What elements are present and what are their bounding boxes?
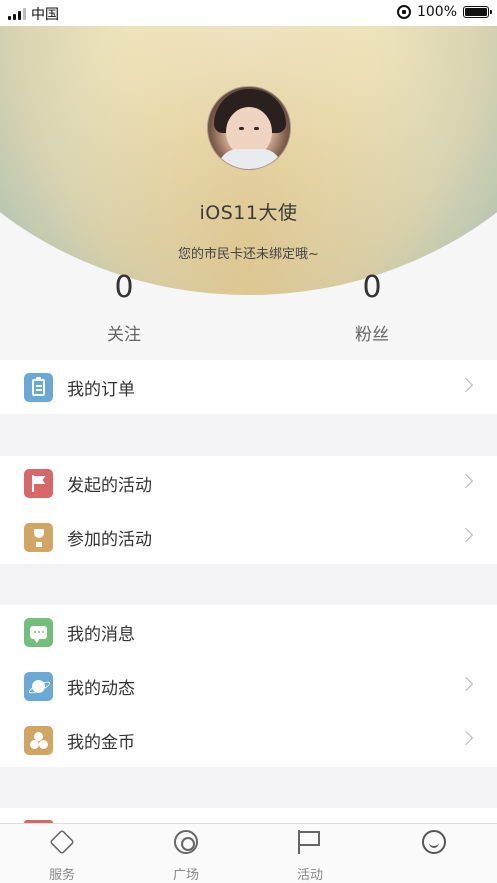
citizen-card-hint[interactable]: 您的市民卡还未绑定哦~: [0, 243, 497, 262]
tab-bar: 服务 广场 活动: [0, 823, 497, 883]
smiley-icon: [422, 830, 446, 854]
fans-stat[interactable]: 0 粉丝: [302, 270, 442, 345]
signal-icon: [8, 8, 28, 20]
battery-percent: 100%: [416, 4, 457, 20]
menu-item-joined-activities[interactable]: 参加的活动: [0, 510, 497, 564]
trophy-icon: [24, 523, 53, 552]
menu-item-label: 我的动态: [67, 678, 135, 699]
tab-label: 广场: [172, 868, 199, 883]
menu-item-label: 参加的活动: [67, 529, 152, 550]
tab-service[interactable]: 服务: [0, 824, 124, 883]
menu-item-my-feed[interactable]: 我的动态: [0, 659, 497, 713]
menu-item-my-orders[interactable]: 我的订单: [0, 360, 497, 414]
message-icon: [24, 618, 53, 647]
tab-square[interactable]: 广场: [124, 824, 248, 883]
chevron-right-icon: [458, 377, 474, 393]
menu-item-my-coins[interactable]: 我的金币: [0, 713, 497, 767]
tab-activity[interactable]: 活动: [248, 824, 372, 883]
menu-item-label: 我的消息: [67, 624, 135, 645]
menu-item-label: 发起的活动: [67, 475, 152, 496]
chevron-right-icon: [458, 473, 474, 489]
flag-icon: [298, 830, 322, 854]
profile-header: iOS11大使 您的市民卡还未绑定哦~ 0 关注 0 粉丝: [0, 0, 497, 360]
tab-me[interactable]: [372, 824, 496, 883]
chevron-right-icon: [458, 730, 474, 746]
carrier-name: 中国: [31, 7, 59, 23]
menu-group-activities: 发起的活动 参加的活动: [0, 456, 497, 564]
menu-group-orders: 我的订单: [0, 360, 497, 414]
menu-item-label: 我的金币: [67, 732, 135, 753]
planet-icon: [24, 672, 53, 701]
clipboard-icon: [24, 373, 53, 402]
avatar[interactable]: [207, 86, 291, 170]
menu-group-next-partial: [0, 808, 497, 823]
fans-count: 0: [362, 270, 382, 305]
chevron-right-icon: [458, 527, 474, 543]
username: iOS11大使: [199, 202, 298, 224]
status-right: 100%: [396, 4, 492, 20]
menu-group-personal: 我的消息 我的动态 我的金币: [0, 605, 497, 767]
orientation-lock-icon: [396, 5, 411, 19]
chevron-right-icon: [458, 676, 474, 692]
follow-stat[interactable]: 0 关注: [54, 270, 194, 345]
flag-icon: [24, 469, 53, 498]
coins-icon: [24, 726, 53, 755]
follow-count: 0: [114, 270, 134, 305]
service-icon: [49, 829, 75, 855]
menu-item-my-messages[interactable]: 我的消息: [0, 605, 497, 659]
tab-label: 服务: [48, 868, 75, 883]
follow-label: 关注: [107, 325, 141, 345]
fans-label: 粉丝: [355, 325, 389, 345]
tab-label: 活动: [296, 868, 323, 883]
menu-item-label: 我的订单: [67, 379, 135, 400]
compass-icon: [174, 830, 198, 854]
status-bar: 中国 100%: [0, 0, 497, 26]
menu-item-created-activities[interactable]: 发起的活动: [0, 456, 497, 510]
battery-icon: [463, 6, 492, 18]
